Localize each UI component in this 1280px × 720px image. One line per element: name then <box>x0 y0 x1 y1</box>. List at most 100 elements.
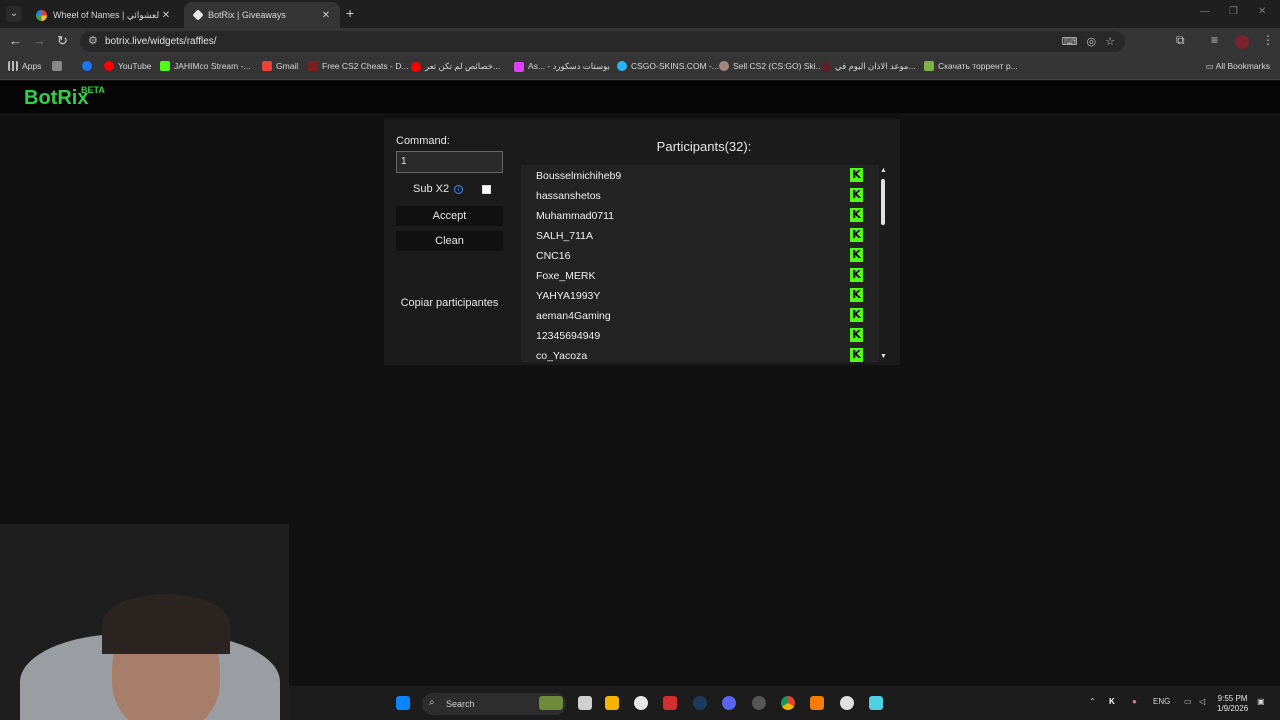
taskbar-clock[interactable]: 9:55 PM 1/9/2026 <box>1217 694 1248 714</box>
accept-button[interactable]: Accept <box>396 206 503 226</box>
back-icon[interactable]: ← <box>9 33 22 48</box>
participant-name: Bousselmichiheb9 <box>536 170 622 182</box>
facebook-icon <box>82 61 92 71</box>
scroll-up-icon[interactable]: ▲ <box>880 167 887 174</box>
translate-icon[interactable]: ⌨ <box>1062 35 1078 48</box>
task-view-icon[interactable] <box>578 696 592 710</box>
participant-row: aeman4Gaming K <box>521 305 879 325</box>
bookmark-grid[interactable] <box>52 61 66 71</box>
sub-x2-checkbox[interactable] <box>482 185 491 194</box>
sub-x2-label: Sub X2 <box>413 183 450 195</box>
youtube-icon <box>104 61 114 71</box>
gmail-icon <box>262 61 272 71</box>
volume-icon[interactable]: ◁ <box>1199 697 1205 706</box>
participant-row: 12345694949 K <box>521 325 879 345</box>
kick-platform-icon: K <box>850 288 863 302</box>
participant-row: Foxe_MERK K <box>521 265 879 285</box>
obs-icon[interactable] <box>840 696 854 710</box>
apps-grid-icon <box>8 61 18 71</box>
participant-row: hassanshetos K <box>521 185 879 205</box>
file-explorer-icon[interactable] <box>605 696 619 710</box>
menu-icon[interactable]: ⋮ <box>1262 33 1274 47</box>
eye-off-icon[interactable]: ◎ <box>1087 35 1097 48</box>
windows-start-icon[interactable] <box>396 696 410 710</box>
bookmark-gmail[interactable]: Gmail <box>262 61 298 71</box>
bookmark-label: Sell CS2 (CS:GO) Ski... <box>733 61 823 71</box>
app-store-icon[interactable] <box>869 696 883 710</box>
bookmark-discord-posts[interactable]: As... - بوستات دسكورد <box>514 61 610 72</box>
participants-list[interactable]: Bousselmichiheb9 Khassanshetos K Muhammad07… <box>521 165 879 362</box>
command-input[interactable]: 1 <box>396 151 503 173</box>
notifications-icon[interactable]: ▣ <box>1257 697 1265 706</box>
close-tab-icon[interactable]: ✕ <box>160 10 172 21</box>
language-indicator[interactable]: ENG <box>1153 697 1170 706</box>
app-icon[interactable] <box>752 696 766 710</box>
prayer-icon <box>821 61 831 72</box>
vlc-icon[interactable] <box>810 696 824 710</box>
bookmark-cs2-cheats[interactable]: Free CS2 Cheats - D... <box>308 61 408 71</box>
adobe-icon[interactable] <box>663 696 677 710</box>
command-label: Command: <box>396 135 450 147</box>
bookmark-label: Apps <box>22 61 42 71</box>
microphone-icon[interactable]: ● <box>1132 697 1137 706</box>
bookmark-facebook[interactable] <box>82 61 96 71</box>
participant-row: co_Yacoza K <box>521 345 879 362</box>
all-bookmarks[interactable]: ▭ All Bookmarks <box>1206 61 1270 72</box>
tab-botrix-giveaways[interactable]: BotRix | Giveaways ✕ <box>184 2 340 28</box>
csgo-skins-icon <box>617 61 627 71</box>
bookmark-youtube[interactable]: YouTube <box>104 61 151 71</box>
url-text[interactable]: botrix.live/widgets/raffles/ <box>105 36 217 47</box>
bookmark-jahimco[interactable]: JAHIMco Stream -... <box>160 61 251 71</box>
kick-platform-icon: K <box>850 228 863 242</box>
address-bar[interactable]: ⚙ botrix.live/widgets/raffles/ ⌨ ◎ ☆ <box>80 31 1125 52</box>
extensions-icon[interactable]: ⧉ <box>1176 33 1185 48</box>
close-tab-icon[interactable]: ✕ <box>320 10 332 21</box>
media-icon[interactable]: ≡ <box>1211 33 1218 47</box>
close-window-icon[interactable]: ✕ <box>1258 6 1266 17</box>
scroll-thumb[interactable] <box>881 179 885 225</box>
bookmark-apps[interactable]: Apps <box>8 61 41 71</box>
bookmark-sell-cs2[interactable]: Sell CS2 (CS:GO) Ski... <box>719 61 823 71</box>
botrix-logo[interactable]: BotRix BETA <box>24 85 105 110</box>
weather-widget-icon[interactable] <box>539 696 563 710</box>
bookmark-csgo-skins[interactable]: CSGO-SKINS.COM -... <box>617 61 719 71</box>
new-tab-icon[interactable]: + <box>346 5 354 21</box>
bookmark-torrent[interactable]: Скачать торрент р... <box>924 61 1018 71</box>
tab-search-chevron-icon[interactable]: ⌄ <box>6 6 22 22</box>
sub-x2-row: Sub X2 i <box>413 183 464 195</box>
minimize-icon[interactable]: — <box>1200 6 1210 17</box>
bookmark-label: As... - بوستات دسكورد <box>528 61 610 71</box>
site-info-icon[interactable]: ⚙ <box>88 34 98 47</box>
info-icon[interactable]: i <box>454 184 464 194</box>
chrome-icon[interactable] <box>781 696 795 710</box>
g-hub-icon[interactable] <box>634 696 648 710</box>
discord-icon[interactable] <box>722 696 736 710</box>
kick-tray-icon[interactable]: K <box>1109 697 1115 706</box>
scroll-down-icon[interactable]: ▼ <box>880 353 887 360</box>
bookmark-label: Gmail <box>276 61 299 71</box>
star-icon[interactable]: ☆ <box>1105 35 1115 48</box>
tray-chevron-icon[interactable]: ⌃ <box>1089 697 1096 706</box>
profile-avatar[interactable] <box>1235 35 1249 49</box>
gem-icon <box>514 61 524 72</box>
clean-button[interactable]: Clean <box>396 231 503 251</box>
grid-icon <box>52 61 62 71</box>
bookmark-label: JAHIMco Stream -... <box>174 61 251 71</box>
tab-title: BotRix | Giveaways <box>208 10 286 20</box>
clock-date: 1/9/2026 <box>1217 704 1249 713</box>
bookmark-prayer-times[interactable]: موعد الاذان اليوم في... <box>821 61 916 72</box>
tab-wheel-of-names[interactable]: Wheel of Names | اسم العشوائي ✕ <box>26 2 180 28</box>
bookmark-label: Free CS2 Cheats - D... <box>322 61 409 71</box>
raffle-panel: Command: 1 Sub X2 i Accept Clean Copiar … <box>384 119 900 365</box>
copy-participants-button[interactable]: Copiar participantes <box>396 297 503 309</box>
steam-icon[interactable] <box>693 696 707 710</box>
reload-icon[interactable]: ↻ <box>57 33 68 49</box>
bookmark-features[interactable]: خصائص لم تكن تعر... <box>411 61 500 72</box>
network-icon[interactable]: ▭ <box>1184 697 1192 706</box>
kick-platform-icon: K <box>850 328 863 342</box>
clock-time: 9:55 PM <box>1217 694 1248 703</box>
kick-platform-icon: K <box>850 268 863 282</box>
maximize-icon[interactable]: ❐ <box>1229 6 1238 17</box>
forward-icon[interactable]: → <box>33 33 46 48</box>
participants-scrollbar[interactable]: ▲ ▼ <box>878 167 890 360</box>
